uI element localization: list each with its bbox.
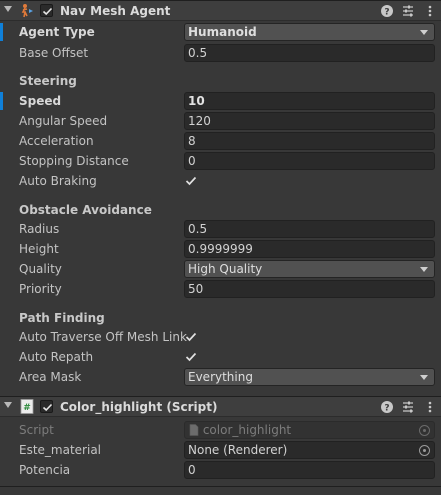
acceleration-label: Acceleration: [19, 134, 94, 148]
script-row: Script color_highlight: [0, 420, 441, 440]
auto-traverse-checkbox[interactable]: [184, 330, 198, 344]
auto-repath-row: Auto Repath: [0, 347, 441, 367]
quality-row: Quality High Quality: [0, 259, 441, 279]
help-icon[interactable]: ?: [380, 400, 394, 414]
speed-label: Speed: [19, 94, 62, 108]
foldout-arrow-icon[interactable]: [4, 6, 12, 12]
acceleration-row: Acceleration 8: [0, 131, 441, 151]
speed-field[interactable]: 10: [184, 92, 435, 110]
quality-value: High Quality: [188, 262, 263, 276]
csharp-script-icon: #: [20, 399, 34, 414]
quality-dropdown[interactable]: High Quality: [184, 260, 435, 278]
script-field: color_highlight: [184, 421, 435, 439]
context-menu-icon[interactable]: [423, 400, 437, 414]
area-mask-row: Area Mask Everything: [0, 367, 441, 387]
radius-field[interactable]: 0.5: [184, 220, 435, 238]
component-divider: [0, 486, 441, 487]
auto-traverse-row: Auto Traverse Off Mesh Link: [0, 327, 441, 347]
auto-braking-label: Auto Braking: [19, 174, 97, 188]
radius-label: Radius: [19, 222, 60, 236]
override-indicator: [0, 23, 3, 41]
priority-label: Priority: [19, 282, 62, 296]
area-mask-value: Everything: [188, 370, 253, 384]
potencia-field[interactable]: 0: [184, 461, 435, 479]
path-finding-header: Path Finding: [19, 311, 105, 325]
object-picker-icon[interactable]: [419, 445, 430, 456]
dropdown-arrow-icon: [420, 375, 428, 380]
script-label: Script: [19, 423, 54, 437]
height-row: Height 0.9999999: [0, 239, 441, 259]
priority-field[interactable]: 50: [184, 280, 435, 298]
speed-row: Speed 10: [0, 91, 441, 111]
base-offset-field[interactable]: 0.5: [184, 44, 435, 62]
context-menu-icon[interactable]: [423, 4, 437, 18]
script-file-icon: [189, 424, 199, 436]
auto-braking-checkbox[interactable]: [184, 174, 198, 188]
dropdown-arrow-icon: [420, 30, 428, 35]
nav-mesh-agent-header[interactable]: Nav Mesh Agent ?: [0, 0, 441, 21]
base-offset-label: Base Offset: [19, 46, 89, 60]
area-mask-dropdown[interactable]: Everything: [184, 368, 435, 386]
component-title: Nav Mesh Agent: [60, 4, 171, 18]
auto-repath-label: Auto Repath: [19, 350, 94, 364]
steering-header: Steering: [19, 74, 77, 88]
quality-label: Quality: [19, 262, 62, 276]
stopping-distance-row: Stopping Distance 0: [0, 151, 441, 171]
height-field[interactable]: 0.9999999: [184, 240, 435, 258]
nav-mesh-agent-enable-checkbox[interactable]: [40, 4, 53, 17]
agent-type-label: Agent Type: [19, 25, 95, 39]
angular-speed-field[interactable]: 120: [184, 112, 435, 130]
auto-braking-row: Auto Braking: [0, 171, 441, 191]
area-mask-label: Area Mask: [19, 370, 82, 384]
angular-speed-row: Angular Speed 120: [0, 111, 441, 131]
agent-type-row: Agent Type Humanoid: [0, 22, 441, 42]
potencia-label: Potencia: [19, 463, 71, 477]
svg-text:?: ?: [384, 8, 389, 18]
help-icon[interactable]: ?: [380, 4, 394, 18]
agent-type-dropdown[interactable]: Humanoid: [184, 23, 435, 41]
este-material-value: None (Renderer): [188, 443, 288, 457]
angular-speed-label: Angular Speed: [19, 114, 108, 128]
agent-type-value: Humanoid: [188, 25, 257, 39]
auto-repath-checkbox[interactable]: [184, 350, 198, 364]
script-value: color_highlight: [202, 423, 292, 437]
presets-icon[interactable]: [401, 4, 415, 18]
presets-icon[interactable]: [401, 400, 415, 414]
radius-row: Radius 0.5: [0, 219, 441, 239]
dropdown-arrow-icon: [420, 267, 428, 272]
component-title: Color_highlight (Script): [60, 400, 218, 414]
stopping-distance-label: Stopping Distance: [19, 154, 129, 168]
override-indicator: [0, 92, 3, 110]
color-highlight-enable-checkbox[interactable]: [40, 400, 53, 413]
object-picker-icon: [419, 425, 430, 436]
base-offset-row: Base Offset 0.5: [0, 43, 441, 63]
obstacle-avoidance-header: Obstacle Avoidance: [19, 203, 152, 217]
foldout-arrow-icon[interactable]: [4, 402, 12, 408]
este-material-label: Este_material: [19, 443, 102, 457]
nav-mesh-agent-icon: [21, 4, 33, 18]
height-label: Height: [19, 242, 59, 256]
svg-text:#: #: [23, 403, 31, 413]
color-highlight-header[interactable]: # Color_highlight (Script) ?: [0, 396, 441, 417]
svg-text:?: ?: [384, 404, 389, 414]
stopping-distance-field[interactable]: 0: [184, 152, 435, 170]
este-material-field[interactable]: None (Renderer): [184, 441, 435, 459]
auto-traverse-label: Auto Traverse Off Mesh Link: [19, 330, 187, 344]
acceleration-field[interactable]: 8: [184, 132, 435, 150]
este-material-row: Este_material None (Renderer): [0, 440, 441, 460]
priority-row: Priority 50: [0, 279, 441, 299]
potencia-row: Potencia 0: [0, 460, 441, 480]
